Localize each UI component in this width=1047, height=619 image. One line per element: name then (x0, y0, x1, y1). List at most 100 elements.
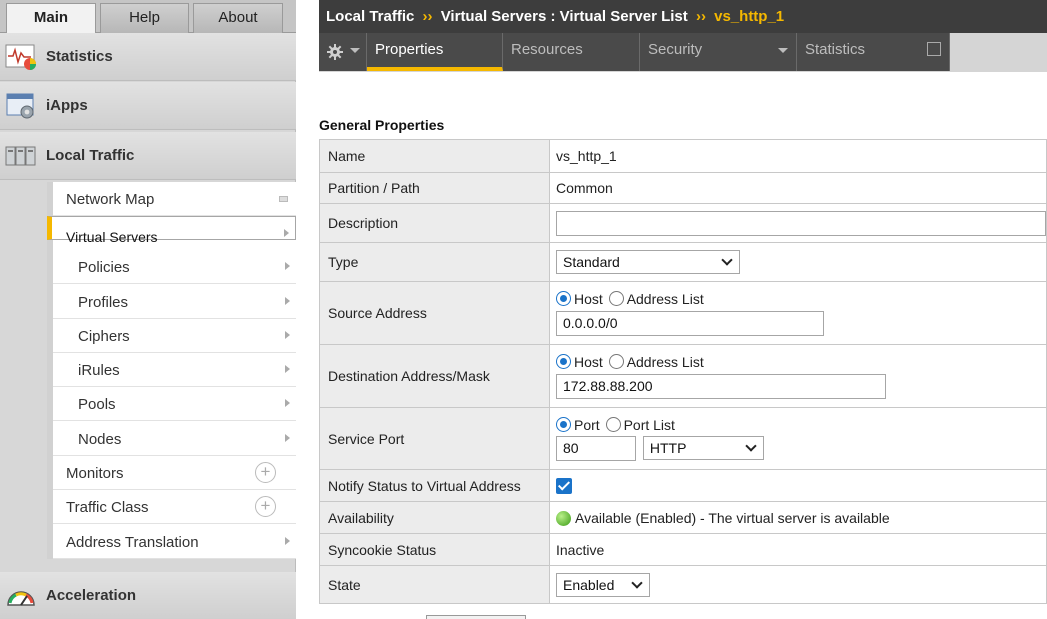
tab-about[interactable]: About (193, 3, 283, 33)
submenu-item-irules[interactable]: iRules (53, 353, 296, 387)
row-service-port: Service Port Port Port List HTTP (319, 407, 1047, 470)
radio-label: Address List (626, 290, 704, 307)
chevron-right-icon (285, 399, 290, 407)
row-notify-status: Notify Status to Virtual Address (319, 469, 1047, 502)
submenu-label: Network Map (66, 191, 155, 208)
submenu-item-monitors[interactable]: Monitors + (53, 456, 296, 490)
source-host-radio[interactable] (556, 290, 571, 306)
port-radio[interactable] (556, 416, 571, 432)
type-select[interactable]: Standard (556, 250, 740, 274)
add-icon[interactable]: + (255, 496, 276, 517)
row-state: State Enabled (319, 565, 1047, 604)
tab-resources[interactable]: Resources (503, 33, 640, 71)
submenu-item-pools[interactable]: Pools (53, 387, 296, 421)
field-label: Source Address (319, 281, 550, 345)
chevron-right-icon (285, 297, 290, 305)
popout-icon (927, 42, 941, 56)
submenu-label: Traffic Class (66, 499, 149, 516)
description-input[interactable] (556, 210, 1046, 236)
submenu-item-profiles[interactable]: Profiles (53, 285, 296, 319)
syncookie-value: Inactive (549, 533, 1047, 566)
tab-label: Statistics (805, 41, 866, 58)
radio-label: Host (574, 353, 603, 370)
chevron-right-icon (285, 434, 290, 442)
tab-help[interactable]: Help (100, 3, 189, 33)
source-address-input[interactable] (556, 310, 824, 336)
field-label: Description (319, 203, 550, 243)
acceleration-icon (7, 591, 35, 606)
source-address-list-radio[interactable] (608, 290, 624, 306)
chevron-down-icon (350, 48, 360, 53)
window-icon (279, 196, 288, 202)
submenu-item-nodes[interactable]: Nodes (53, 422, 296, 456)
row-source-address: Source Address Host Address List (319, 281, 1047, 345)
submenu-label: Policies (78, 259, 130, 276)
left-sidebar: Main Help About Statistics iApps Local T… (0, 0, 296, 619)
section-label: Local Traffic (46, 147, 135, 164)
local-traffic-submenu: Network Map Virtual Servers Policies Pro… (47, 182, 296, 559)
radio-label: Port List (623, 416, 675, 433)
port-list-radio[interactable] (605, 416, 621, 432)
tab-main[interactable]: Main (6, 3, 96, 34)
submenu-item-traffic-class[interactable]: Traffic Class + (53, 490, 296, 524)
chevron-down-icon (745, 440, 757, 452)
radio-label: Host (574, 290, 603, 307)
main-tab-bar: Main Help About (0, 0, 296, 34)
local-traffic-icon (5, 146, 36, 166)
type-selected-value: Standard (563, 254, 620, 270)
submenu-label: Profiles (78, 294, 129, 311)
breadcrumb-separator: ›› (695, 8, 706, 25)
destination-host-radio[interactable] (556, 353, 571, 369)
row-type: Type Standard (319, 242, 1047, 282)
breadcrumb-current: vs_http_1 (714, 8, 785, 25)
section-statistics[interactable]: Statistics (0, 33, 296, 81)
submenu-label: Address Translation (66, 534, 199, 551)
breadcrumb-local-traffic[interactable]: Local Traffic (326, 8, 414, 25)
submenu-item-policies[interactable]: Policies (53, 250, 296, 284)
service-port-protocol-select[interactable]: HTTP (642, 436, 764, 460)
breadcrumb-separator: ›› (422, 8, 433, 25)
section-iapps[interactable]: iApps (0, 82, 296, 130)
submenu-item-network-map[interactable]: Network Map (53, 182, 296, 216)
gear-menu-button[interactable] (319, 33, 367, 71)
add-icon[interactable]: + (255, 462, 276, 483)
submenu-label: Virtual Servers (66, 229, 158, 245)
submenu-item-address-translation[interactable]: Address Translation (53, 525, 296, 559)
tab-label: Security (648, 41, 703, 58)
availability-value: Available (Enabled) - The virtual server… (575, 509, 890, 526)
tab-security[interactable]: Security (640, 33, 797, 71)
page-tab-bar: Properties Resources Security Statistics (319, 33, 1047, 72)
section-title: General Properties (319, 117, 445, 133)
field-label: Availability (319, 501, 550, 534)
radio-label: Port (574, 416, 600, 433)
section-local-traffic[interactable]: Local Traffic (0, 132, 296, 180)
notify-status-checkbox[interactable] (556, 478, 572, 495)
section-acceleration[interactable]: Acceleration (0, 572, 296, 619)
field-label: State (319, 565, 550, 604)
field-label: Service Port (319, 407, 550, 470)
tab-statistics[interactable]: Statistics (797, 33, 950, 71)
row-destination-address: Destination Address/Mask Host Address Li… (319, 344, 1047, 408)
chevron-right-icon (285, 365, 290, 373)
chevron-right-icon (284, 229, 289, 237)
tab-properties[interactable]: Properties (367, 33, 503, 71)
row-syncookie: Syncookie Status Inactive (319, 533, 1047, 566)
statistics-icon (5, 44, 36, 70)
field-label: Destination Address/Mask (319, 344, 550, 408)
footer-button-edge[interactable] (426, 615, 526, 619)
chevron-down-icon (631, 576, 643, 589)
breadcrumb-virtual-server-list[interactable]: Virtual Servers : Virtual Server List (441, 8, 688, 25)
submenu-label: iRules (78, 362, 120, 379)
submenu-item-ciphers[interactable]: Ciphers (53, 319, 296, 353)
state-select[interactable]: Enabled (556, 572, 650, 597)
destination-address-input[interactable] (556, 373, 886, 399)
available-status-icon (556, 510, 571, 526)
service-port-input[interactable] (556, 435, 636, 461)
submenu-item-virtual-servers[interactable]: Virtual Servers (47, 216, 296, 245)
tab-label: Properties (375, 41, 444, 58)
header-spacer (296, 0, 319, 72)
destination-address-list-radio[interactable] (608, 353, 624, 369)
section-label: Statistics (46, 48, 113, 65)
protocol-selected-value: HTTP (649, 440, 687, 456)
submenu-label: Monitors (66, 465, 124, 482)
